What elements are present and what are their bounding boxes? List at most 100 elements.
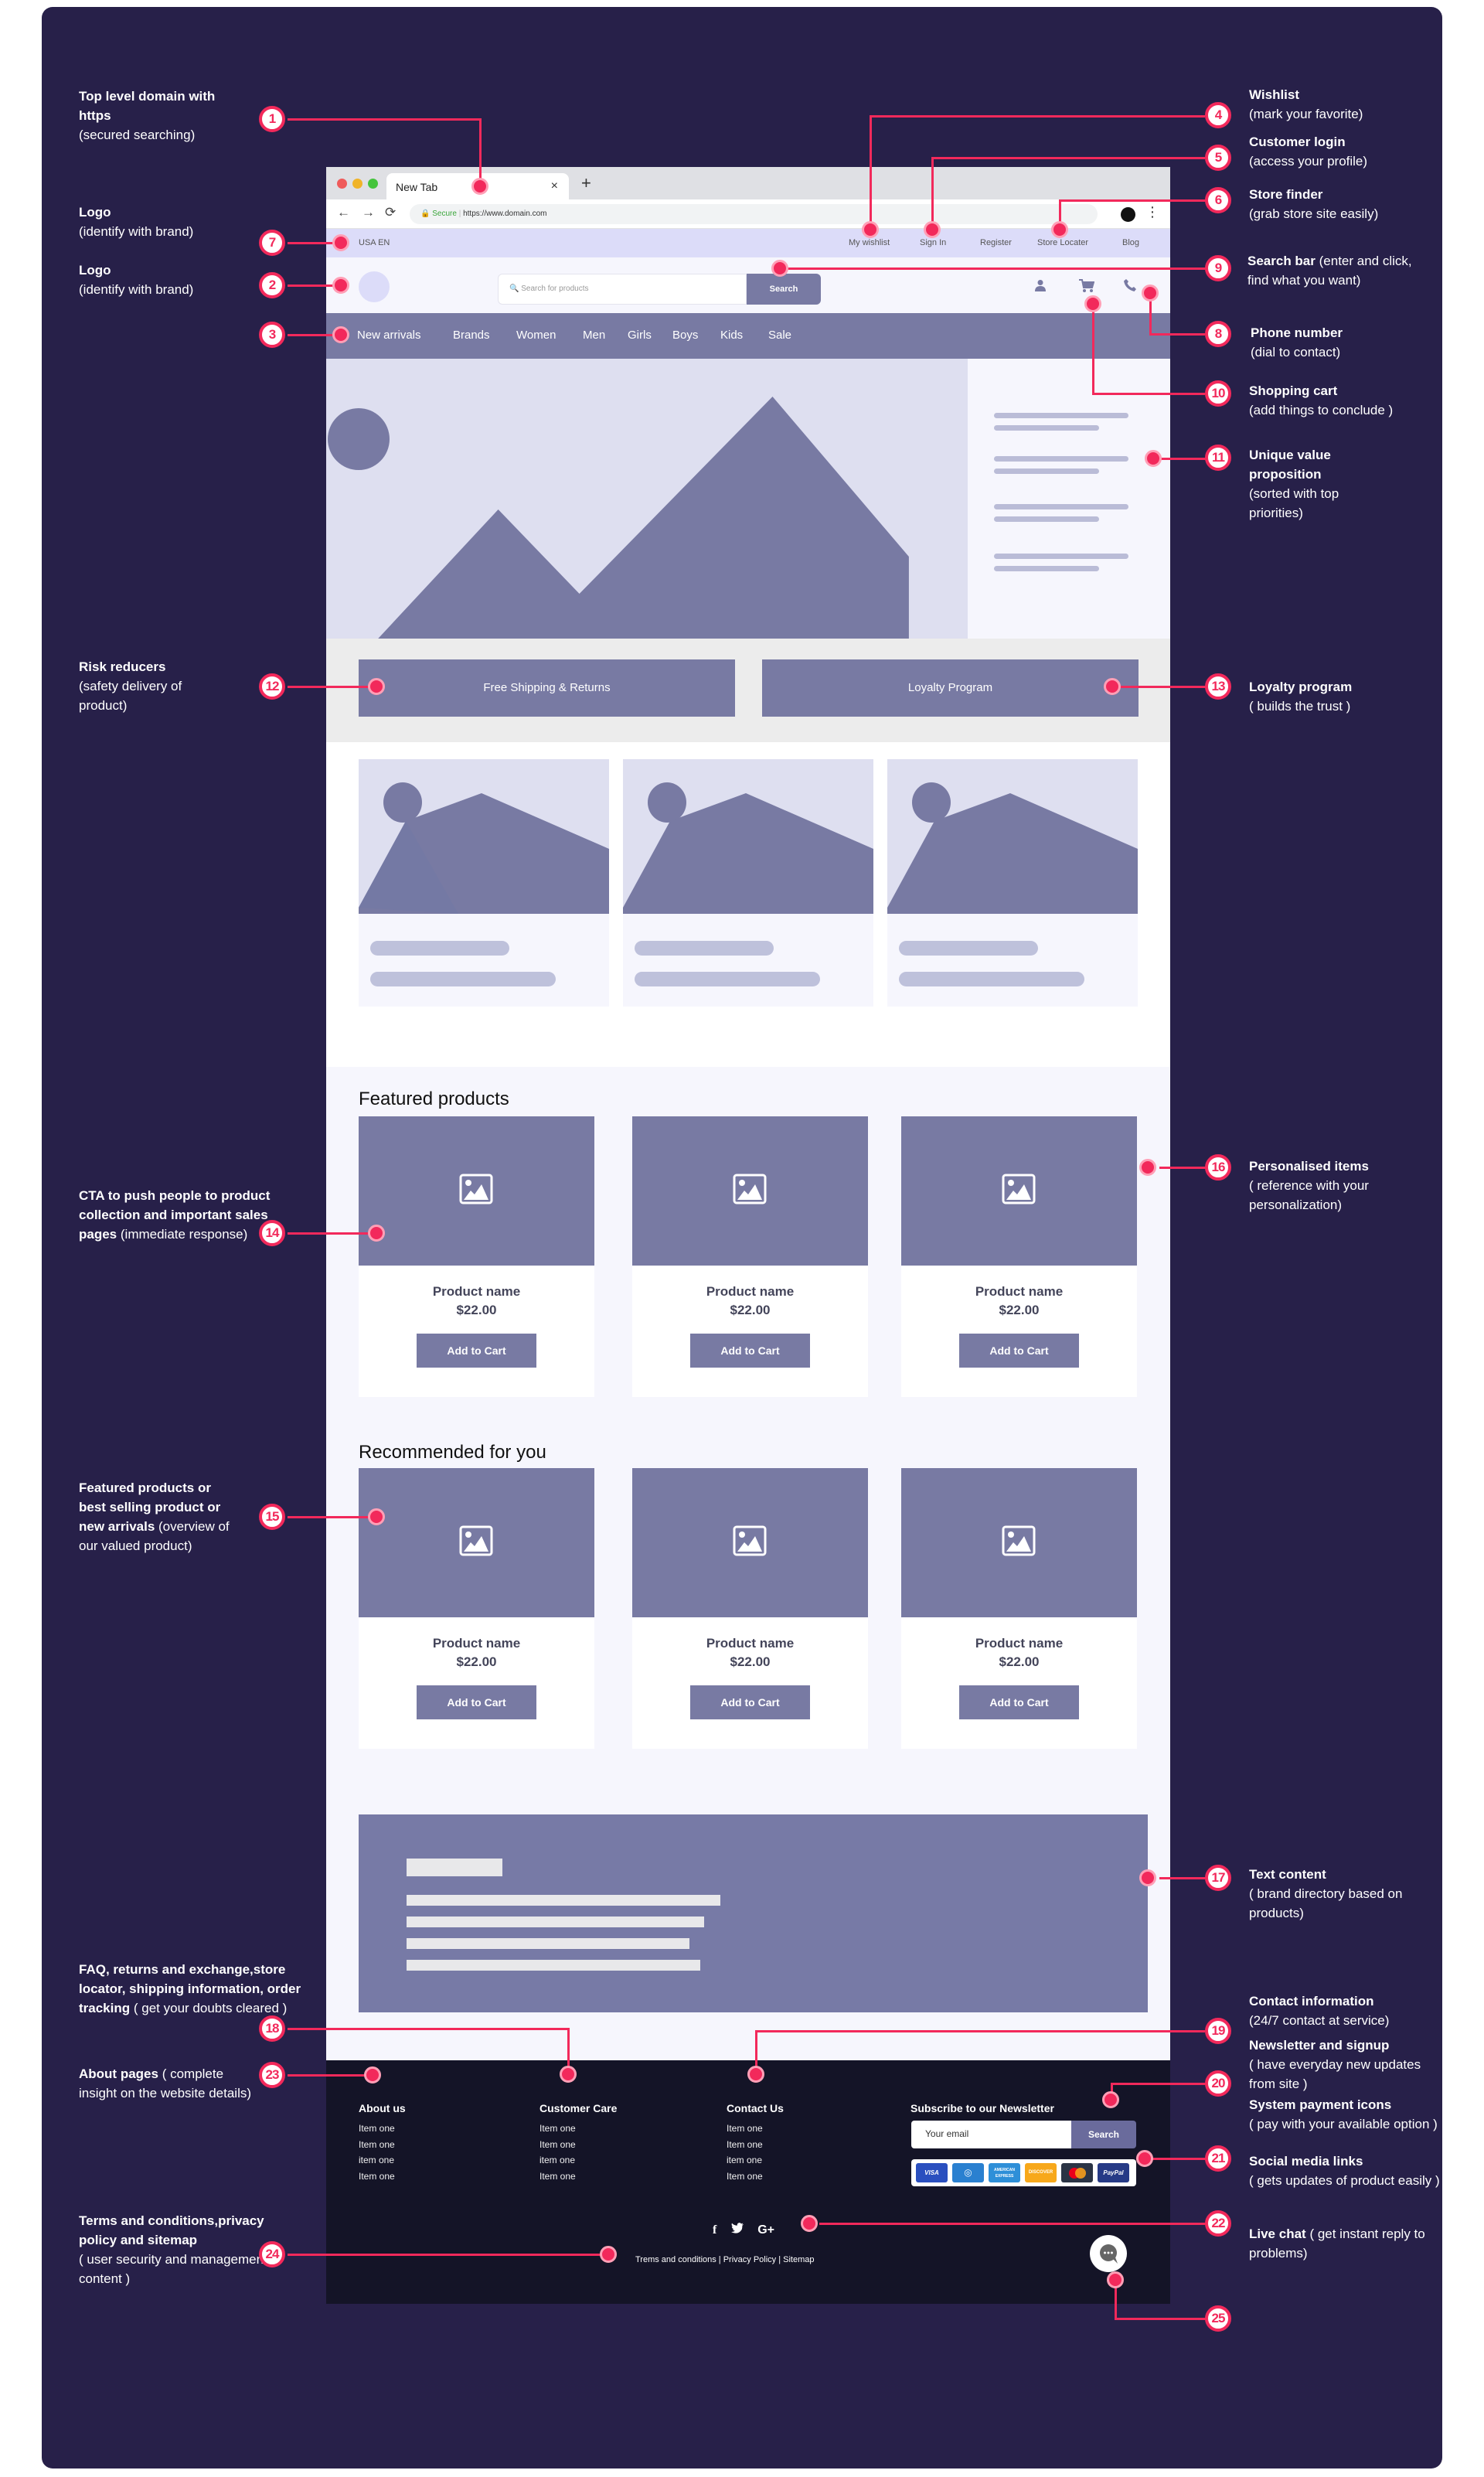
footer-link[interactable]: item one [359, 2152, 406, 2169]
newsletter-email-input[interactable]: Your email [911, 2121, 1071, 2148]
product-name[interactable]: Product name [359, 1284, 594, 1300]
add-to-cart-button[interactable]: Add to Cart [417, 1685, 536, 1719]
promo-card[interactable] [887, 759, 1138, 1007]
newsletter-submit-button[interactable]: Search [1071, 2121, 1136, 2148]
product-card[interactable]: Product name $22.00 Add to Cart [901, 1468, 1137, 1749]
maximize-window-dot[interactable] [368, 179, 378, 189]
footer-link[interactable]: Item one [539, 2137, 617, 2153]
loyalty-program-banner[interactable]: Loyalty Program [762, 659, 1139, 717]
annotation-8-label: Phone number (dial to contact) [1251, 325, 1343, 359]
add-to-cart-button[interactable]: Add to Cart [959, 1685, 1079, 1719]
product-card[interactable]: Product name $22.00 Add to Cart [359, 1116, 594, 1397]
footer-link[interactable]: Item one [727, 2169, 784, 2185]
product-name[interactable]: Product name [901, 1284, 1137, 1300]
connector-line [1111, 2083, 1206, 2085]
promo-card[interactable] [359, 759, 609, 1007]
promo-card[interactable] [623, 759, 873, 1007]
search-input[interactable]: 🔍 Search for products [498, 274, 747, 305]
nav-kids[interactable]: Kids [720, 329, 743, 342]
footer-link[interactable]: Item one [727, 2137, 784, 2153]
more-menu-icon[interactable]: ⋮ [1145, 204, 1159, 220]
annotation-9-label: Search bar (enter and click, find what y… [1247, 254, 1412, 288]
nav-women[interactable]: Women [516, 329, 556, 342]
footer-link[interactable]: item one [539, 2152, 617, 2169]
facebook-icon[interactable]: f [713, 2223, 716, 2237]
wishlist-link[interactable]: My wishlist [849, 238, 890, 247]
footer-link[interactable]: Item one [359, 2137, 406, 2153]
product-card[interactable]: Product name $22.00 Add to Cart [901, 1116, 1137, 1397]
callout-badge-13: 13 [1205, 673, 1231, 700]
add-to-cart-button[interactable]: Add to Cart [417, 1334, 536, 1368]
add-to-cart-button[interactable]: Add to Cart [690, 1334, 810, 1368]
product-image[interactable] [632, 1116, 868, 1266]
locale-selector[interactable]: USA EN [359, 238, 390, 247]
legal-links[interactable]: Trems and conditions | Privacy Policy | … [635, 2255, 815, 2264]
product-image[interactable] [359, 1116, 594, 1266]
connector-line [1159, 1167, 1206, 1169]
product-name[interactable]: Product name [359, 1636, 594, 1651]
add-to-cart-button[interactable]: Add to Cart [690, 1685, 810, 1719]
product-name[interactable]: Product name [901, 1636, 1137, 1651]
footer-link[interactable]: Item one [359, 2121, 406, 2137]
product-image[interactable] [901, 1468, 1137, 1617]
twitter-icon[interactable] [730, 2223, 744, 2237]
uvp-line [994, 516, 1099, 522]
cart-icon[interactable] [1079, 279, 1094, 293]
product-name[interactable]: Product name [632, 1636, 868, 1651]
mastercard-icon [1061, 2163, 1093, 2182]
callout-badge-16: 16 [1205, 1154, 1231, 1181]
hero-banner-image[interactable] [326, 359, 968, 639]
callout-badge-24: 24 [259, 2241, 285, 2267]
live-chat-button[interactable] [1090, 2235, 1127, 2272]
store-locator-link[interactable]: Store Locater [1037, 238, 1088, 247]
nav-new-arrivals[interactable]: New arrivals [357, 329, 421, 342]
footer-link[interactable]: Item one [359, 2169, 406, 2185]
callout-badge-23: 23 [259, 2062, 285, 2088]
footer-link[interactable]: Item one [727, 2121, 784, 2137]
nav-girls[interactable]: Girls [628, 329, 652, 342]
new-tab-button[interactable]: + [581, 173, 591, 193]
product-card[interactable]: Product name $22.00 Add to Cart [632, 1468, 868, 1749]
nav-brands[interactable]: Brands [453, 329, 490, 342]
back-arrow-icon[interactable]: ← [337, 205, 350, 220]
user-icon[interactable] [1034, 279, 1047, 291]
tab-close-icon[interactable]: × [551, 179, 558, 193]
google-plus-icon[interactable]: G+ [757, 2223, 774, 2237]
footer-link[interactable]: Item one [539, 2121, 617, 2137]
free-shipping-banner[interactable]: Free Shipping & Returns [359, 659, 735, 717]
profile-avatar[interactable] [1121, 207, 1135, 222]
forward-arrow-icon[interactable]: → [362, 205, 375, 220]
product-image[interactable] [359, 1468, 594, 1617]
connector-line [870, 115, 872, 223]
connector-line [479, 118, 482, 186]
uvp-line [994, 456, 1128, 462]
product-card[interactable]: Product name $22.00 Add to Cart [632, 1116, 868, 1397]
annotation-11-label: Unique value proposition (sorted with top… [1249, 448, 1339, 520]
product-card[interactable]: Product name $22.00 Add to Cart [359, 1468, 594, 1749]
footer-link[interactable]: Item one [539, 2169, 617, 2185]
callout-dot [368, 678, 385, 695]
nav-men[interactable]: Men [583, 329, 605, 342]
footer-link[interactable]: item one [727, 2152, 784, 2169]
visa-icon: VISA [916, 2163, 948, 2182]
add-to-cart-button[interactable]: Add to Cart [959, 1334, 1079, 1368]
product-image[interactable] [901, 1116, 1137, 1266]
nav-sale[interactable]: Sale [768, 329, 791, 342]
connector-line [1092, 305, 1094, 394]
search-button[interactable]: Search [747, 274, 821, 305]
product-image[interactable] [632, 1468, 868, 1617]
blog-link[interactable]: Blog [1122, 238, 1139, 247]
connector-line [1159, 458, 1206, 460]
reload-icon[interactable]: ⟳ [385, 205, 396, 220]
sign-in-link[interactable]: Sign In [920, 238, 946, 247]
phone-icon[interactable] [1124, 279, 1136, 291]
register-link[interactable]: Register [980, 238, 1012, 247]
site-header: 🔍 Search for products Search [326, 257, 1170, 313]
nav-boys[interactable]: Boys [672, 329, 698, 342]
url-bar[interactable]: 🔒 Secure | https://www.domain.com [410, 204, 1098, 224]
close-window-dot[interactable] [337, 179, 347, 189]
main-nav: New arrivals Brands Women Men Girls Boys… [326, 313, 1170, 359]
product-name[interactable]: Product name [632, 1284, 868, 1300]
logo[interactable] [359, 271, 390, 302]
minimize-window-dot[interactable] [352, 179, 362, 189]
